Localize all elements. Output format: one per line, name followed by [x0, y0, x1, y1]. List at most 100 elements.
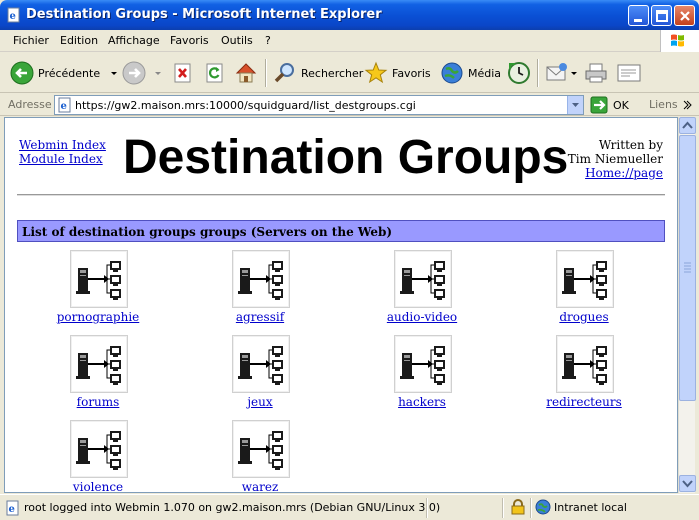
security-zone: Intranet local: [554, 501, 627, 514]
group-link[interactable]: jeux: [179, 395, 341, 409]
menu-edit[interactable]: Edition: [60, 34, 98, 47]
index-links: Webmin Index Module Index: [19, 138, 106, 166]
refresh-button[interactable]: [204, 59, 226, 87]
menu-help[interactable]: ?: [265, 34, 271, 47]
menu-file[interactable]: Fichier: [13, 34, 49, 47]
menu-bar: Fichier Edition Affichage Favoris Outils…: [0, 30, 699, 52]
status-separator: [502, 498, 503, 518]
server-group-icon[interactable]: [232, 420, 290, 478]
group-link[interactable]: redirecteurs: [503, 395, 665, 409]
group-item[interactable]: hackers: [341, 333, 503, 418]
homepage-link[interactable]: Home://page: [568, 166, 663, 180]
server-group-icon[interactable]: [70, 335, 128, 393]
server-group-icon[interactable]: [70, 250, 128, 308]
group-item[interactable]: redirecteurs: [503, 333, 665, 418]
server-group-icon[interactable]: [556, 250, 614, 308]
windows-logo-icon: [660, 30, 699, 52]
address-dropdown-button[interactable]: [567, 96, 583, 114]
server-group-icon[interactable]: [394, 335, 452, 393]
divider: [17, 194, 665, 196]
section-header-text: List of destination groups groups (Serve…: [22, 225, 393, 239]
chevron-down-icon: [572, 103, 579, 107]
group-item[interactable]: violence: [17, 418, 179, 492]
edit-button[interactable]: [616, 59, 642, 87]
group-link[interactable]: agressif: [179, 310, 341, 324]
intranet-globe-icon: [535, 499, 551, 515]
group-item[interactable]: jeux: [179, 333, 341, 418]
scroll-up-button[interactable]: [679, 117, 696, 134]
written-by-label: Written by: [598, 138, 663, 152]
group-item[interactable]: agressif: [179, 248, 341, 333]
favorites-label: Favoris: [392, 66, 431, 80]
server-group-icon[interactable]: [556, 335, 614, 393]
search-button[interactable]: Rechercher: [273, 59, 363, 87]
minimize-button[interactable]: [628, 5, 649, 26]
svg-text:e: e: [9, 504, 15, 515]
close-icon: [680, 11, 690, 21]
favorites-button[interactable]: Favoris: [364, 59, 431, 87]
svg-text:e: e: [61, 101, 67, 112]
group-item[interactable]: drogues: [503, 248, 665, 333]
address-bar: Adresse e https://gw2.maison.mrs:10000/s…: [0, 94, 699, 116]
group-link[interactable]: drogues: [503, 310, 665, 324]
address-url: https://gw2.maison.mrs:10000/squidguard/…: [75, 99, 416, 112]
address-input[interactable]: e https://gw2.maison.mrs:10000/squidguar…: [54, 95, 584, 115]
menu-favorites[interactable]: Favoris: [170, 34, 209, 47]
group-link[interactable]: hackers: [341, 395, 503, 409]
maximize-button[interactable]: [651, 5, 672, 26]
group-link[interactable]: pornographie: [17, 310, 179, 324]
server-group-icon[interactable]: [70, 420, 128, 478]
chevron-down-icon: [155, 72, 161, 75]
ie-page-icon: e: [6, 500, 19, 516]
group-item[interactable]: forums: [17, 333, 179, 418]
group-item[interactable]: pornographie: [17, 248, 179, 333]
back-button[interactable]: Précédente: [10, 59, 120, 87]
status-separator: [426, 498, 427, 518]
close-button[interactable]: [674, 5, 695, 26]
group-link[interactable]: forums: [17, 395, 179, 409]
menu-tools[interactable]: Outils: [221, 34, 253, 47]
window-title: Destination Groups - Microsoft Internet …: [26, 7, 382, 22]
server-group-icon[interactable]: [394, 250, 452, 308]
stop-button[interactable]: [172, 59, 194, 87]
status-bar: e root logged into Webmin 1.070 on gw2.m…: [0, 494, 699, 520]
scroll-down-button[interactable]: [679, 475, 696, 492]
group-item[interactable]: audio-video: [341, 248, 503, 333]
module-index-link[interactable]: Module Index: [19, 152, 106, 166]
star-icon: [364, 61, 388, 84]
chevron-down-icon: [571, 72, 577, 75]
mail-icon: [546, 63, 567, 81]
vertical-scrollbar[interactable]: [678, 117, 696, 493]
history-button[interactable]: [507, 59, 531, 87]
home-icon: [235, 63, 257, 83]
grip-icon: [684, 262, 691, 273]
scroll-thumb[interactable]: [679, 135, 696, 401]
toolbar-separator: [537, 59, 538, 87]
go-button[interactable]: OK: [590, 96, 629, 114]
group-link[interactable]: warez: [179, 480, 341, 492]
group-link[interactable]: audio-video: [341, 310, 503, 324]
group-item[interactable]: warez: [179, 418, 341, 492]
links-toolbar[interactable]: Liens: [649, 98, 678, 111]
toolbar: Précédente Rechercher Favoris Média: [0, 53, 699, 93]
minimize-icon: [634, 19, 642, 22]
home-button[interactable]: [234, 59, 258, 87]
back-label: Précédente: [38, 66, 101, 80]
media-label: Média: [468, 66, 502, 80]
back-arrow-icon: [10, 61, 34, 85]
edit-page-icon: [617, 64, 641, 82]
forward-button[interactable]: [122, 59, 164, 87]
history-icon: [508, 62, 530, 84]
server-group-icon[interactable]: [232, 335, 290, 393]
group-link[interactable]: violence: [17, 480, 179, 492]
credits: Written by Tim Niemueller Home://page: [568, 138, 663, 180]
window-title-bar[interactable]: e Destination Groups - Microsoft Interne…: [0, 0, 699, 30]
server-group-icon[interactable]: [232, 250, 290, 308]
mail-button[interactable]: [545, 59, 579, 87]
print-button[interactable]: [584, 59, 608, 87]
menu-view[interactable]: Affichage: [108, 34, 160, 47]
webmin-index-link[interactable]: Webmin Index: [19, 138, 106, 152]
forward-arrow-icon: [122, 61, 146, 85]
chevron-right-icon[interactable]: [682, 100, 692, 110]
media-button[interactable]: Média: [440, 59, 501, 87]
